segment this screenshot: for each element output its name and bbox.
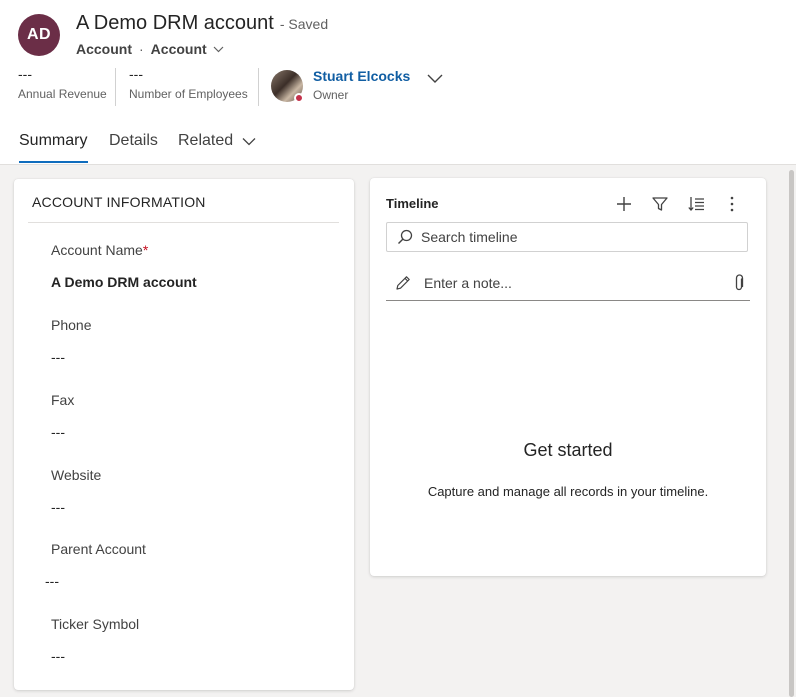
presence-status-icon — [294, 93, 304, 103]
record-avatar: AD — [18, 14, 60, 56]
chevron-down-icon — [213, 46, 224, 52]
kpi-label: Number of Employees — [129, 87, 248, 101]
sort-icon — [688, 197, 704, 211]
note-input[interactable] — [424, 275, 724, 291]
pencil-icon — [396, 276, 410, 290]
save-status: - Saved — [279, 16, 329, 32]
active-tab-indicator — [19, 161, 88, 163]
field-label-parent-account: Parent Account — [51, 541, 146, 557]
field-value-fax[interactable]: --- — [51, 424, 65, 440]
field-label-phone: Phone — [51, 317, 92, 333]
kpi-label: Annual Revenue — [18, 87, 107, 101]
subtitle-separator: · — [139, 41, 144, 57]
form-selector-label: Account — [150, 41, 207, 57]
record-header: AD A Demo DRM account - Saved Account · … — [0, 0, 796, 165]
owner-label: Owner — [313, 88, 349, 102]
field-value-website[interactable]: --- — [51, 499, 65, 515]
kpi-number-of-employees[interactable]: --- Number of Employees — [129, 66, 248, 106]
field-value-ticker-symbol[interactable]: --- — [51, 648, 65, 664]
field-value-account-name[interactable]: A Demo DRM account — [51, 274, 197, 290]
title-row: A Demo DRM account - Saved — [76, 12, 328, 35]
tab-related[interactable]: Related — [178, 128, 256, 154]
section-title: ACCOUNT INFORMATION — [32, 194, 206, 210]
filter-icon — [652, 197, 668, 211]
field-label-text: Account Name — [51, 242, 143, 258]
field-label-account-name: Account Name* — [51, 242, 148, 258]
page-scrollbar[interactable] — [789, 170, 794, 697]
kpi-value: --- — [18, 66, 32, 82]
create-timeline-record-button[interactable] — [614, 194, 634, 214]
paperclip-icon[interactable] — [732, 274, 746, 292]
field-value-parent-account[interactable]: --- — [45, 573, 59, 589]
chevron-down-icon — [242, 137, 256, 145]
kpi-divider — [115, 68, 116, 106]
required-marker: * — [142, 242, 149, 258]
more-icon — [730, 196, 734, 212]
timeline-section: Timeline Get started Capture and manage … — [370, 178, 766, 576]
field-label-fax: Fax — [51, 392, 75, 408]
tab-summary[interactable]: Summary — [19, 128, 87, 154]
filter-timeline-button[interactable] — [650, 194, 670, 214]
search-icon — [398, 229, 413, 244]
tab-label: Details — [109, 132, 158, 149]
search-input[interactable] — [421, 229, 741, 245]
kpi-annual-revenue[interactable]: --- Annual Revenue — [18, 66, 107, 106]
tab-label: Related — [178, 132, 234, 149]
empty-state-description: Capture and manage all records in your t… — [427, 484, 709, 499]
section-divider — [28, 222, 339, 223]
owner-name-link[interactable]: Stuart Elcocks — [313, 68, 410, 84]
plus-icon — [617, 197, 631, 211]
form-selector[interactable]: Account — [151, 41, 224, 57]
field-label-ticker-symbol: Ticker Symbol — [51, 616, 140, 632]
tab-label: Summary — [19, 132, 88, 149]
field-label-website: Website — [51, 467, 102, 483]
record-title: A Demo DRM account — [76, 12, 274, 34]
timeline-search-box[interactable] — [386, 222, 748, 252]
timeline-title: Timeline — [386, 196, 439, 211]
field-value-phone[interactable]: --- — [51, 349, 65, 365]
empty-state-title: Get started — [523, 440, 613, 460]
kpi-divider — [258, 68, 259, 106]
record-subtitle: Account · Account — [76, 41, 224, 57]
more-options-button[interactable] — [722, 194, 742, 214]
account-information-section: ACCOUNT INFORMATION Account Name* A Demo… — [14, 179, 354, 690]
expand-header-chevron-icon[interactable] — [425, 71, 445, 85]
tab-details[interactable]: Details — [109, 128, 158, 154]
timeline-note-box[interactable] — [386, 266, 750, 301]
sort-timeline-button[interactable] — [686, 194, 706, 214]
kpi-value: --- — [129, 66, 143, 82]
entity-name: Account — [76, 41, 132, 57]
